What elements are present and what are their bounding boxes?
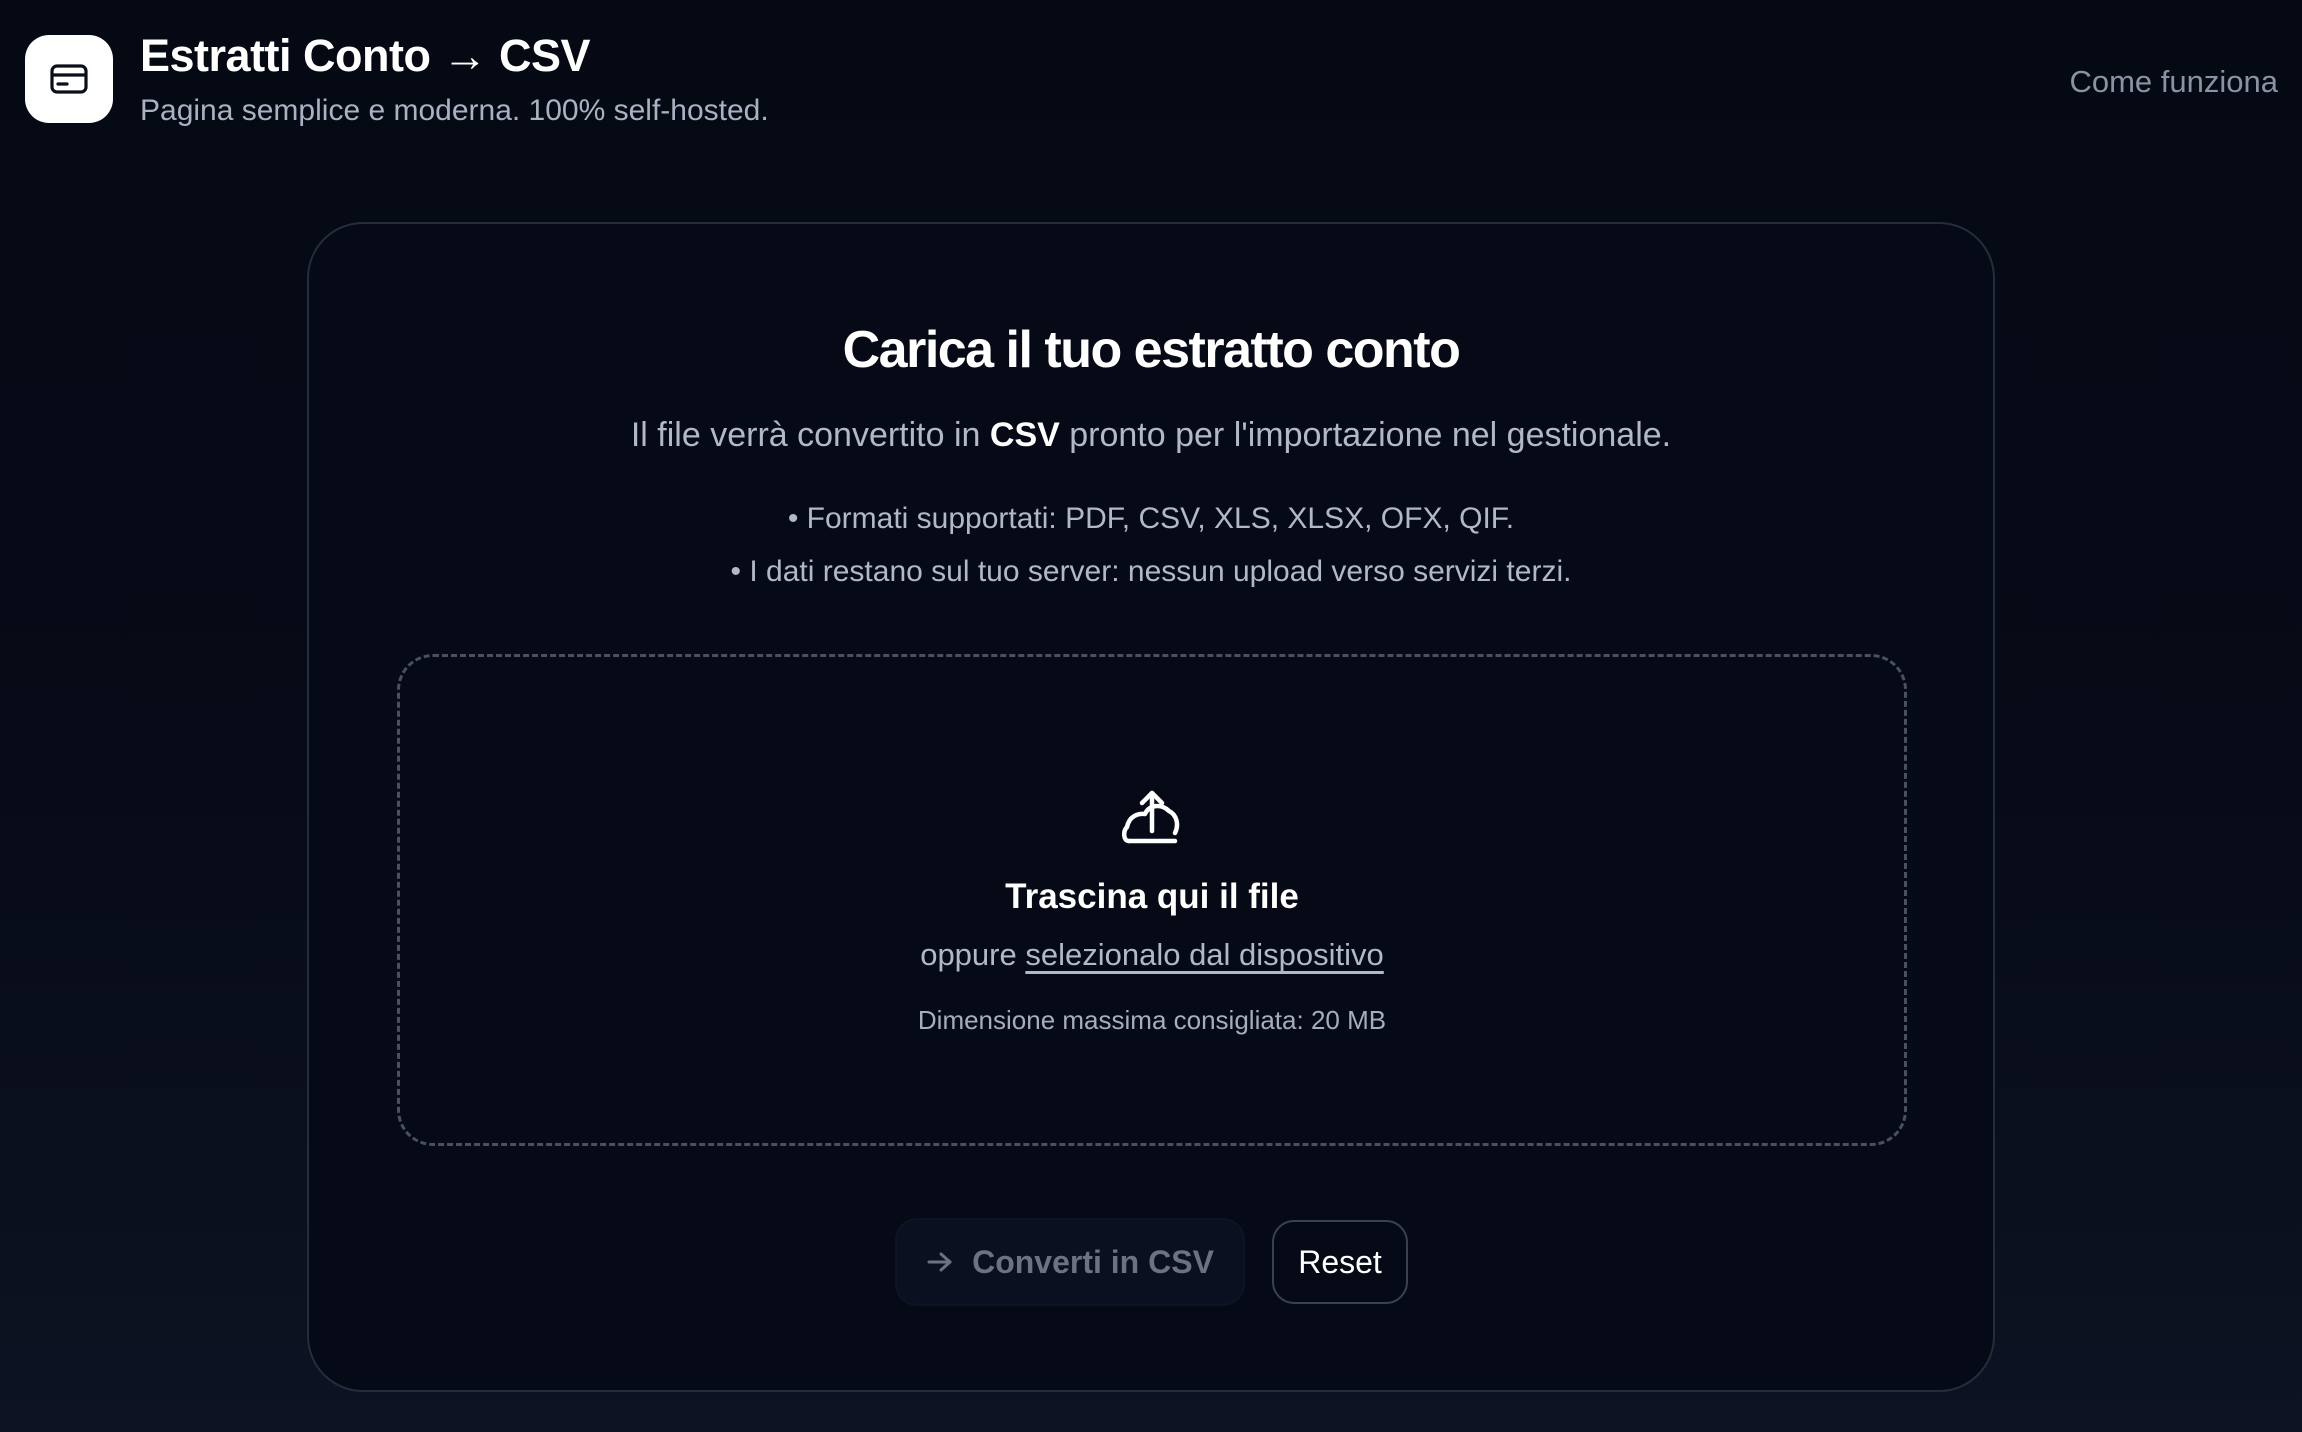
upload-card: Carica il tuo estratto conto Il file ver… [307,222,1995,1392]
convert-button[interactable]: Converti in CSV [895,1218,1245,1306]
card-description-end: pronto per l'importazione nel gestionale… [1059,416,1672,454]
max-size-hint: Dimensione massima consigliata: 20 MB [917,1005,1387,1035]
select-file-link[interactable]: selezionalo dal dispositivo [1025,937,1383,972]
app-title: Estratti Conto → CSV [140,30,591,81]
convert-button-label: Converti in CSV [972,1243,1214,1280]
dropzone-alternative: oppure selezionalo dal dispositivo [400,937,1904,973]
card-description-start: Il file verrà convertito in [630,416,990,454]
dropzone-or-text: oppure [920,937,1026,972]
card-description: Il file verrà convertito in CSV pronto p… [309,416,1993,455]
card-title: Carica il tuo estratto conto [842,321,1461,379]
card-description-format: CSV [989,416,1060,454]
file-dropzone[interactable]: Trascina qui il file oppure selezionalo … [397,654,1907,1146]
dropzone-title: Trascina qui il file [1005,877,1299,916]
arrow-right-icon [927,1252,952,1272]
app-header: Estratti Conto → CSV Pagina semplice e m… [0,0,2302,150]
upload-cloud-icon [1122,790,1180,844]
upload-icon-wrap [400,787,1904,847]
reset-button[interactable]: Reset [1272,1220,1408,1304]
feature-item-privacy: • I dati restano sul tuo server: nessun … [730,555,1572,588]
credit-card-icon [50,64,88,94]
feature-item-formats: • Formati supportati: PDF, CSV, XLS, XLS… [787,502,1515,535]
feature-list: • Formati supportati: PDF, CSV, XLS, XLS… [309,492,1993,598]
app-logo [25,35,113,123]
how-it-works-link[interactable]: Come funziona [2069,64,2278,100]
app-subtitle: Pagina semplice e moderna. 100% self-hos… [140,94,769,127]
